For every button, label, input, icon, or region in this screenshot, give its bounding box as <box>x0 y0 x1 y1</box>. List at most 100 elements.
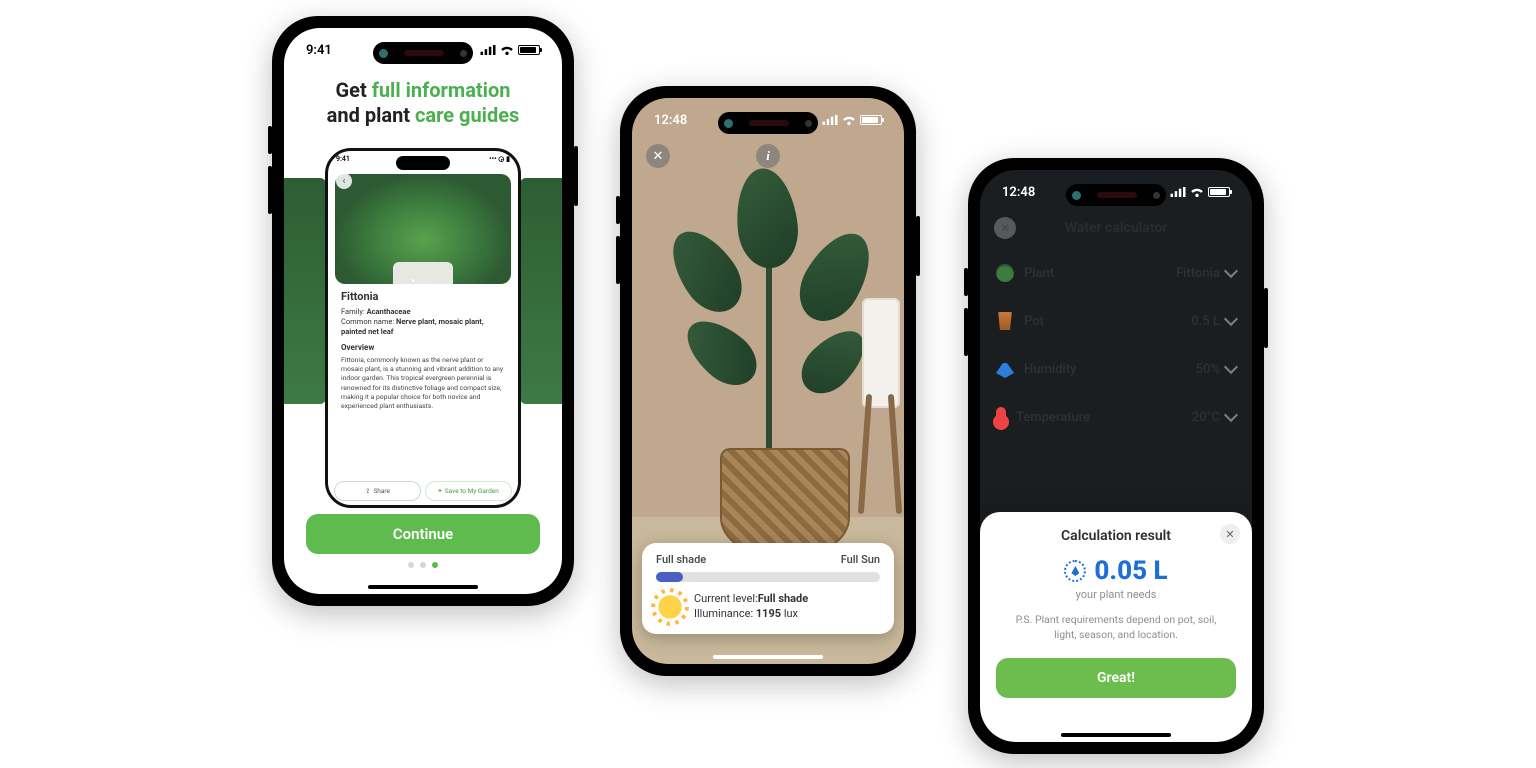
headline-emphasis: full information <box>372 78 511 102</box>
row-label: Pot <box>1024 314 1044 329</box>
dynamic-island <box>1066 184 1166 206</box>
row-value: 50% <box>1196 362 1220 377</box>
pager-dot <box>420 562 426 568</box>
mini-status-icons: ••• ◶ ▮ <box>489 155 510 163</box>
cellular-icon <box>1170 187 1186 197</box>
volume-up-button <box>616 196 620 224</box>
light-scale-bar <box>656 572 880 582</box>
cellular-icon <box>480 45 496 55</box>
battery-icon <box>860 115 882 125</box>
scale-label-right: Full Sun <box>841 553 880 566</box>
great-button[interactable]: Great! <box>996 658 1236 698</box>
back-button[interactable]: ‹ <box>336 173 352 189</box>
row-humidity[interactable]: Humidity 50% <box>996 354 1236 384</box>
result-bottom-sheet: ✕ Calculation result 0.05 L your plant n… <box>980 512 1252 742</box>
plant-icon <box>996 264 1014 282</box>
scale-label-left: Full shade <box>656 553 706 566</box>
volume-down-button <box>616 236 620 284</box>
background-plant-right <box>520 178 562 404</box>
thermometer-icon <box>996 407 1006 427</box>
onboarding-pager <box>284 553 562 572</box>
plus-icon: + <box>438 487 442 495</box>
home-indicator <box>368 585 478 589</box>
close-button[interactable]: ✕ <box>646 144 670 168</box>
background-plant-left <box>284 178 326 404</box>
power-button <box>916 216 920 276</box>
result-amount-value: 0.05 L <box>1094 556 1167 586</box>
plant-family: Family: Acanthaceae <box>341 307 505 317</box>
pager-dot-active <box>432 562 438 568</box>
pager-dot <box>408 562 414 568</box>
great-label: Great! <box>1097 670 1135 686</box>
family-value: Acanthaceae <box>367 307 411 316</box>
chevron-down-icon <box>1224 408 1238 422</box>
plant-title: Fittonia <box>341 290 505 305</box>
row-value: Fittonia <box>1176 266 1220 281</box>
background-chair <box>860 298 900 498</box>
chevron-down-icon <box>1224 312 1238 326</box>
headline-text: Get <box>336 78 372 102</box>
row-value: 20°C <box>1192 410 1220 425</box>
phone-water-calculator: 12:48 ✕ Water calculator Plant Fittonia … <box>968 158 1264 754</box>
sheet-close-button[interactable]: ✕ <box>1220 524 1240 544</box>
pot-icon <box>996 312 1014 330</box>
family-label: Family: <box>341 307 367 316</box>
chevron-down-icon <box>1224 360 1238 374</box>
power-button <box>574 146 578 206</box>
illuminance-unit: lux <box>781 607 798 620</box>
row-value: 0.5 L <box>1191 314 1220 329</box>
status-time: 12:48 <box>1002 185 1035 200</box>
row-plant[interactable]: Plant Fittonia <box>996 258 1236 288</box>
save-to-garden-button[interactable]: +Save to My Garden <box>425 481 512 501</box>
page-title: Water calculator <box>1065 220 1168 236</box>
row-temperature[interactable]: Temperature 20°C <box>996 402 1236 432</box>
calculator-screen: ✕ Water calculator Plant Fittonia Pot 0.… <box>980 170 1252 432</box>
onboarding-preview-stage: 9:41 ••• ◶ ▮ ‹ ● ○ ○ Fittonia Family: Ac… <box>284 148 562 524</box>
home-indicator <box>1061 733 1171 737</box>
current-level-label: Current level: <box>694 592 758 605</box>
battery-icon <box>518 45 540 55</box>
plant-photo <box>662 158 862 458</box>
volume-up-button <box>268 126 272 154</box>
status-icons <box>480 45 540 55</box>
wifi-icon <box>500 45 514 55</box>
chevron-down-icon <box>1224 264 1238 278</box>
dynamic-island <box>373 42 473 64</box>
row-pot[interactable]: Pot 0.5 L <box>996 306 1236 336</box>
phone-onboarding: 9:41 Get full information and plant care… <box>272 16 574 606</box>
light-reading-text: Current level:Full shade Illuminance: 11… <box>694 592 808 622</box>
cellular-icon <box>822 115 838 125</box>
status-time: 9:41 <box>306 43 332 58</box>
humidity-icon <box>996 360 1014 378</box>
home-indicator <box>713 655 823 659</box>
wifi-icon <box>842 115 856 125</box>
result-subtitle: your plant needs <box>996 588 1236 601</box>
volume-up-button <box>964 268 968 296</box>
embedded-preview-phone: 9:41 ••• ◶ ▮ ‹ ● ○ ○ Fittonia Family: Ac… <box>325 148 521 508</box>
share-button[interactable]: ⇪Share <box>334 481 421 501</box>
dynamic-island <box>718 112 818 134</box>
share-icon: ⇪ <box>365 487 370 495</box>
image-pager-dots: ● ○ ○ <box>328 277 518 284</box>
headline-text: and plant <box>327 103 415 127</box>
illuminance-value: 1195 <box>756 607 781 620</box>
headline-emphasis: care guides <box>415 103 519 127</box>
continue-label: Continue <box>393 525 453 543</box>
phone-lightmeter: 12:48 ✕ i Full shade Full Sun Current le… <box>620 86 916 676</box>
water-drop-icon <box>1064 560 1086 582</box>
volume-down-button <box>268 166 272 214</box>
share-label: Share <box>373 487 390 495</box>
info-button[interactable]: i <box>756 144 780 168</box>
status-time: 12:48 <box>654 113 687 128</box>
continue-button[interactable]: Continue <box>306 514 540 554</box>
close-button[interactable]: ✕ <box>994 217 1016 239</box>
battery-icon <box>1208 187 1230 197</box>
mini-status-time: 9:41 <box>336 155 350 163</box>
row-label: Plant <box>1024 266 1054 281</box>
wifi-icon <box>1190 187 1204 197</box>
light-scale-fill <box>656 572 683 582</box>
overview-heading: Overview <box>341 343 505 354</box>
volume-down-button <box>964 308 968 356</box>
status-icons <box>822 115 882 125</box>
result-title: Calculation result <box>996 528 1236 544</box>
